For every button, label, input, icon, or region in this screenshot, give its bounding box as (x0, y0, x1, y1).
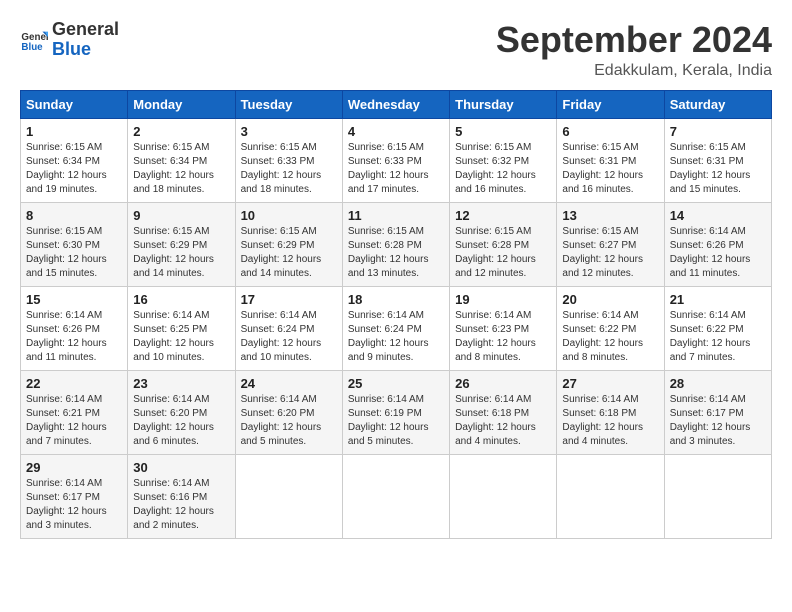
table-row: 24 Sunrise: 6:14 AMSunset: 6:20 PMDaylig… (235, 370, 342, 454)
header-friday: Friday (557, 90, 664, 118)
week-row-5: 29 Sunrise: 6:14 AMSunset: 6:17 PMDaylig… (21, 454, 772, 538)
header-wednesday: Wednesday (342, 90, 449, 118)
table-row: 8 Sunrise: 6:15 AMSunset: 6:30 PMDayligh… (21, 202, 128, 286)
empty-cell (450, 454, 557, 538)
day-headers-row: Sunday Monday Tuesday Wednesday Thursday… (21, 90, 772, 118)
header: General Blue General Blue September 2024… (20, 20, 772, 80)
header-sunday: Sunday (21, 90, 128, 118)
header-monday: Monday (128, 90, 235, 118)
table-row: 4 Sunrise: 6:15 AMSunset: 6:33 PMDayligh… (342, 118, 449, 202)
empty-cell (557, 454, 664, 538)
table-row: 12 Sunrise: 6:15 AMSunset: 6:28 PMDaylig… (450, 202, 557, 286)
logo-text-general: General (52, 20, 119, 40)
table-row: 2 Sunrise: 6:15 AMSunset: 6:34 PMDayligh… (128, 118, 235, 202)
table-row: 26 Sunrise: 6:14 AMSunset: 6:18 PMDaylig… (450, 370, 557, 454)
empty-cell (342, 454, 449, 538)
week-row-1: 1 Sunrise: 6:15 AMSunset: 6:34 PMDayligh… (21, 118, 772, 202)
svg-text:Blue: Blue (21, 42, 43, 53)
table-row: 22 Sunrise: 6:14 AMSunset: 6:21 PMDaylig… (21, 370, 128, 454)
title-area: September 2024 Edakkulam, Kerala, India (496, 20, 772, 80)
table-row: 13 Sunrise: 6:15 AMSunset: 6:27 PMDaylig… (557, 202, 664, 286)
table-row: 7 Sunrise: 6:15 AMSunset: 6:31 PMDayligh… (664, 118, 771, 202)
table-row: 9 Sunrise: 6:15 AMSunset: 6:29 PMDayligh… (128, 202, 235, 286)
table-row: 15 Sunrise: 6:14 AMSunset: 6:26 PMDaylig… (21, 286, 128, 370)
table-row: 18 Sunrise: 6:14 AMSunset: 6:24 PMDaylig… (342, 286, 449, 370)
empty-cell (664, 454, 771, 538)
table-row: 5 Sunrise: 6:15 AMSunset: 6:32 PMDayligh… (450, 118, 557, 202)
table-row: 21 Sunrise: 6:14 AMSunset: 6:22 PMDaylig… (664, 286, 771, 370)
week-row-2: 8 Sunrise: 6:15 AMSunset: 6:30 PMDayligh… (21, 202, 772, 286)
logo-icon: General Blue (20, 26, 48, 54)
week-row-4: 22 Sunrise: 6:14 AMSunset: 6:21 PMDaylig… (21, 370, 772, 454)
logo-text-blue: Blue (52, 40, 119, 60)
table-row: 14 Sunrise: 6:14 AMSunset: 6:26 PMDaylig… (664, 202, 771, 286)
table-row: 6 Sunrise: 6:15 AMSunset: 6:31 PMDayligh… (557, 118, 664, 202)
header-thursday: Thursday (450, 90, 557, 118)
logo: General Blue General Blue (20, 20, 119, 60)
week-row-3: 15 Sunrise: 6:14 AMSunset: 6:26 PMDaylig… (21, 286, 772, 370)
header-tuesday: Tuesday (235, 90, 342, 118)
table-row: 11 Sunrise: 6:15 AMSunset: 6:28 PMDaylig… (342, 202, 449, 286)
table-row: 17 Sunrise: 6:14 AMSunset: 6:24 PMDaylig… (235, 286, 342, 370)
table-row: 19 Sunrise: 6:14 AMSunset: 6:23 PMDaylig… (450, 286, 557, 370)
table-row: 3 Sunrise: 6:15 AMSunset: 6:33 PMDayligh… (235, 118, 342, 202)
calendar-table: Sunday Monday Tuesday Wednesday Thursday… (20, 90, 772, 539)
table-row: 1 Sunrise: 6:15 AMSunset: 6:34 PMDayligh… (21, 118, 128, 202)
empty-cell (235, 454, 342, 538)
table-row: 10 Sunrise: 6:15 AMSunset: 6:29 PMDaylig… (235, 202, 342, 286)
table-row: 20 Sunrise: 6:14 AMSunset: 6:22 PMDaylig… (557, 286, 664, 370)
table-row: 16 Sunrise: 6:14 AMSunset: 6:25 PMDaylig… (128, 286, 235, 370)
table-row: 30 Sunrise: 6:14 AMSunset: 6:16 PMDaylig… (128, 454, 235, 538)
location-title: Edakkulam, Kerala, India (496, 62, 772, 80)
table-row: 28 Sunrise: 6:14 AMSunset: 6:17 PMDaylig… (664, 370, 771, 454)
month-title: September 2024 (496, 20, 772, 60)
header-saturday: Saturday (664, 90, 771, 118)
table-row: 29 Sunrise: 6:14 AMSunset: 6:17 PMDaylig… (21, 454, 128, 538)
table-row: 23 Sunrise: 6:14 AMSunset: 6:20 PMDaylig… (128, 370, 235, 454)
table-row: 27 Sunrise: 6:14 AMSunset: 6:18 PMDaylig… (557, 370, 664, 454)
table-row: 25 Sunrise: 6:14 AMSunset: 6:19 PMDaylig… (342, 370, 449, 454)
